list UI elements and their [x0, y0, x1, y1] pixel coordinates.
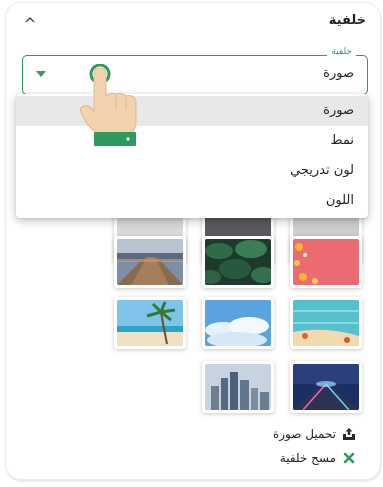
- dropdown-arrow-icon[interactable]: [36, 71, 46, 77]
- upload-image-action[interactable]: تحميل صورة: [273, 427, 356, 441]
- select-value: صورة: [323, 66, 354, 81]
- clear-background-action[interactable]: مسح خلفية: [280, 451, 356, 465]
- clear-background-label: مسح خلفية: [279, 451, 336, 465]
- background-type-select[interactable]: خلفية صورة: [22, 47, 368, 95]
- select-box[interactable]: [22, 55, 368, 95]
- background-panel: خلفية خلفية صورة تحميل صورة مسح خلفية: [5, 2, 381, 480]
- close-icon: [342, 451, 356, 465]
- dropdown-option-color[interactable]: اللون: [16, 186, 368, 216]
- thumbnail-beach-palm[interactable]: [114, 297, 186, 349]
- thumbnail-leaves[interactable]: [202, 236, 274, 288]
- background-type-dropdown: صورة نمط لون تدريجي اللون: [16, 94, 368, 218]
- upload-icon: [342, 427, 356, 441]
- thumbnail-pink-flowers[interactable]: [290, 236, 362, 288]
- dropdown-option-pattern[interactable]: نمط: [16, 126, 368, 156]
- thumbnail-city-skyline[interactable]: [202, 361, 274, 413]
- panel-title: خلفية: [328, 13, 366, 28]
- thumbnail-starfish-wood[interactable]: [290, 297, 362, 349]
- dropdown-option-gradient[interactable]: لون تدريجي: [16, 156, 368, 186]
- panel-header[interactable]: خلفية: [6, 9, 380, 33]
- upload-image-label: تحميل صورة: [272, 427, 336, 441]
- thumbnail-light-road[interactable]: [290, 361, 362, 413]
- thumbnail-sky-clouds[interactable]: [202, 297, 274, 349]
- select-floating-label: خلفية: [327, 47, 356, 57]
- dropdown-option-image[interactable]: صورة: [16, 96, 368, 126]
- thumbnail-wooden-pier[interactable]: [114, 236, 186, 288]
- chevron-up-icon[interactable]: [22, 11, 38, 27]
